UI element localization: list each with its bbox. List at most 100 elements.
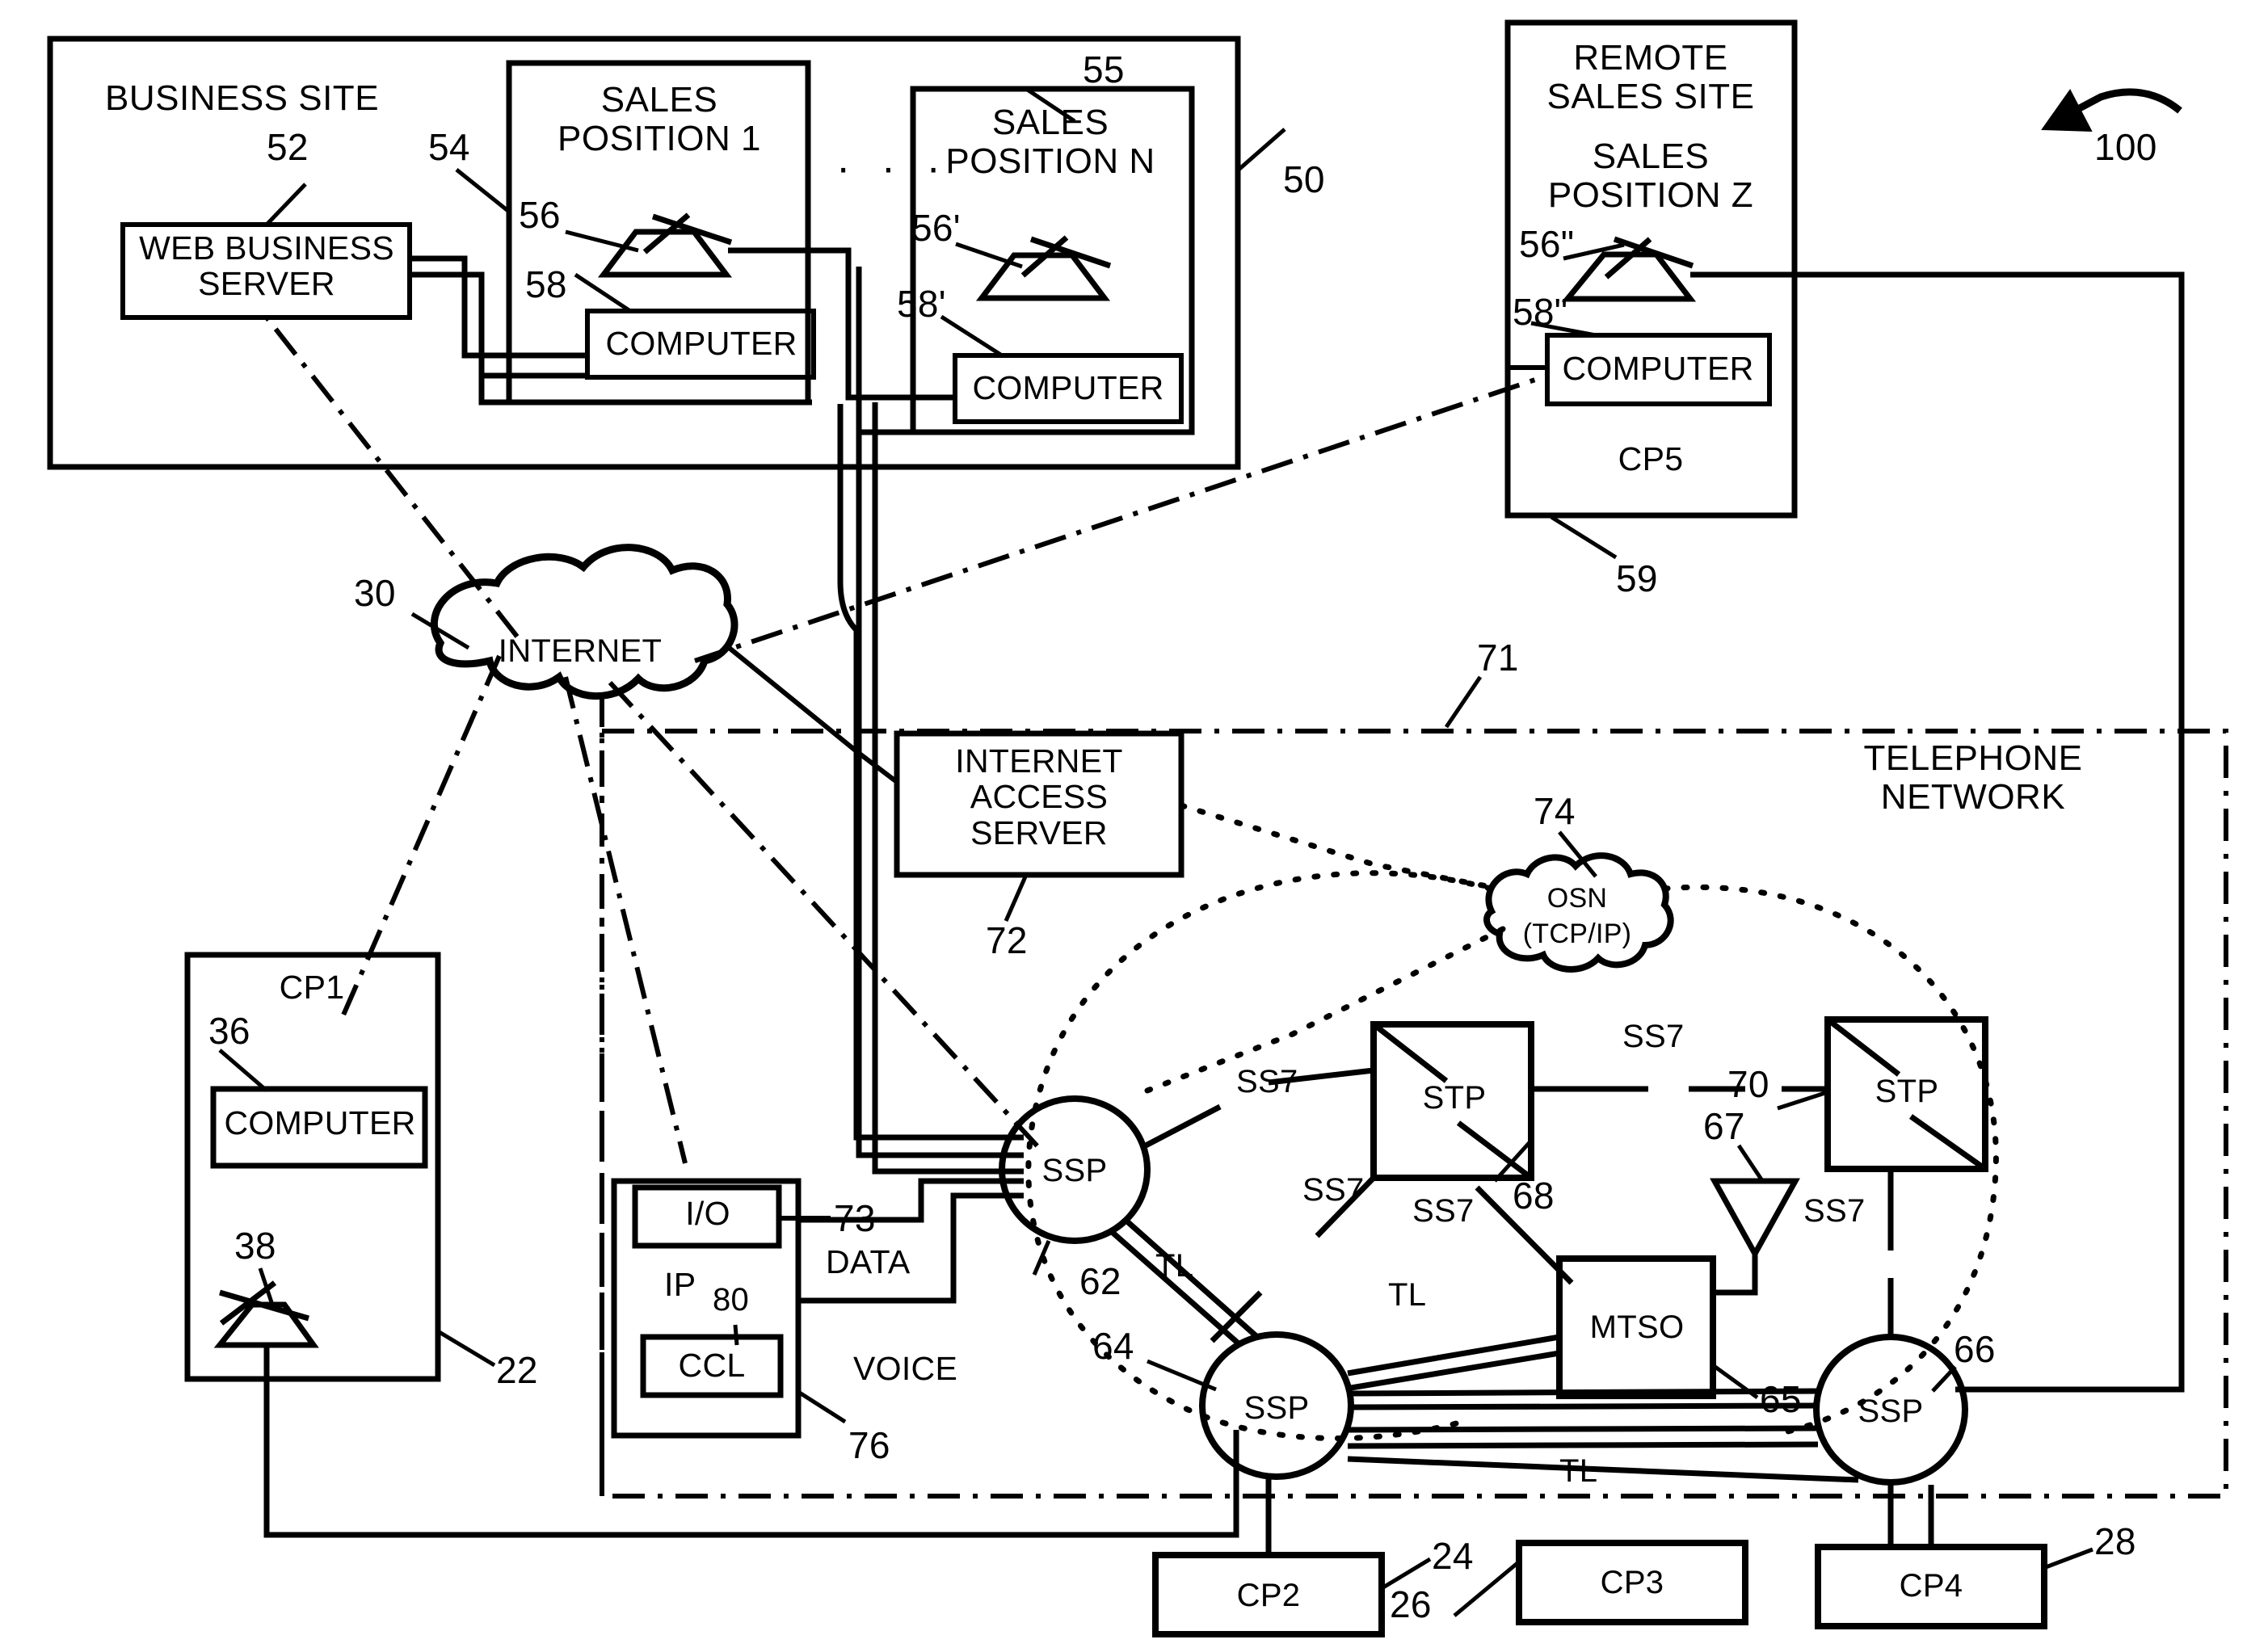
leader-22 xyxy=(436,1329,496,1368)
stp-70-diag-b xyxy=(1908,1114,1988,1171)
computer-58p-label: COMPUTER xyxy=(972,369,1164,406)
dotted-osn-ssp62 xyxy=(1144,926,1506,1094)
leader-54 xyxy=(455,168,511,213)
figure-ref-100: 100 xyxy=(2094,126,2157,168)
cp4-label: CP4 xyxy=(1899,1568,1963,1604)
sales-positions-ellipsis: · · · xyxy=(836,145,950,191)
internet-access-server-label: INTERNET ACCESS SERVER xyxy=(955,742,1123,851)
ref-56pp: 56" xyxy=(1519,223,1575,265)
remote-sales-site-title: REMOTE SALES SITE xyxy=(1546,38,1755,116)
ref-68: 68 xyxy=(1513,1175,1555,1217)
leader-72 xyxy=(1004,873,1029,923)
leader-36 xyxy=(218,1049,268,1092)
ref-67: 67 xyxy=(1703,1105,1745,1147)
stp-68-label: STP xyxy=(1422,1080,1487,1116)
telephone-network-label: TELEPHONE NETWORK xyxy=(1863,738,2083,817)
ref-64: 64 xyxy=(1092,1325,1134,1367)
web-business-server-label: WEB BUSINESS SERVER xyxy=(139,229,394,303)
leader-64 xyxy=(1147,1359,1217,1392)
ref-59: 59 xyxy=(1616,557,1658,599)
ref-72: 72 xyxy=(986,919,1028,961)
ref-54: 54 xyxy=(428,126,470,168)
stp-68-diag-a xyxy=(1371,1022,1449,1083)
wire-internet-to-ias xyxy=(726,644,898,784)
figure-ref-arrow-100 xyxy=(2041,88,2182,132)
leader-52 xyxy=(265,183,307,226)
ref-56p: 56' xyxy=(911,207,961,249)
tl-64-mtso-a xyxy=(1347,1334,1560,1377)
leader-71 xyxy=(1444,675,1483,729)
internet-label: INTERNET xyxy=(498,633,663,669)
ref-58p: 58' xyxy=(897,283,946,325)
sales-position-n-title: SALES POSITION N xyxy=(945,103,1155,181)
ss7-label-1: SS7 xyxy=(1236,1064,1298,1099)
ref-26: 26 xyxy=(1390,1583,1432,1625)
ref-50: 50 xyxy=(1283,158,1325,200)
antenna-icon-67 xyxy=(1710,1178,1800,1296)
leader-50 xyxy=(1237,128,1286,171)
ssp-64-label: SSP xyxy=(1243,1390,1310,1426)
ref-80: 80 xyxy=(713,1282,750,1318)
stp-70-label: STP xyxy=(1875,1074,1939,1109)
leader-67 xyxy=(1736,1144,1764,1181)
cp1-computer-label: COMPUTER xyxy=(224,1104,416,1141)
ref-30: 30 xyxy=(354,572,396,614)
cp2-label: CP2 xyxy=(1236,1578,1301,1613)
ref-28: 28 xyxy=(2094,1520,2136,1562)
leader-59 xyxy=(1550,515,1618,560)
wire-ssp64-cp3 xyxy=(1347,1456,1859,1483)
dashdot-internet-remote xyxy=(694,373,1548,663)
ref-65: 65 xyxy=(1760,1378,1802,1420)
osn-label: OSN xyxy=(1546,883,1608,914)
leader-62 xyxy=(1032,1240,1051,1276)
dashdot-internet-ip xyxy=(563,676,688,1164)
ref-66: 66 xyxy=(1954,1328,1996,1370)
cp5-label: CP5 xyxy=(1618,440,1684,477)
leader-58p xyxy=(940,314,1004,358)
ccl-label: CCL xyxy=(678,1347,746,1384)
tl-label-2: TL xyxy=(1388,1277,1427,1313)
ref-74: 74 xyxy=(1534,790,1576,832)
io-label: I/O xyxy=(685,1195,730,1232)
cp1-label: CP1 xyxy=(279,969,345,1006)
leader-28 xyxy=(2045,1547,2093,1570)
ssp-62-label: SSP xyxy=(1041,1153,1108,1188)
tl-64-mtso-b xyxy=(1350,1350,1560,1391)
computer-58-label: COMPUTER xyxy=(605,325,797,362)
tl-64-66-c xyxy=(1347,1425,1819,1433)
ref-38: 38 xyxy=(234,1225,276,1267)
ref-76: 76 xyxy=(848,1424,890,1466)
terminal-icon-56 xyxy=(597,212,733,278)
patent-figure: BUSINESS SITE 52 54 WEB BUSINESS SERVER … xyxy=(0,0,2268,1652)
tl-label-1: TL xyxy=(1155,1248,1194,1284)
wire-ip-data xyxy=(798,1178,1024,1223)
ref-58: 58 xyxy=(525,263,567,305)
stp-70-diag-a xyxy=(1825,1017,1901,1077)
ref-71: 71 xyxy=(1477,637,1519,679)
ss7-62-68 xyxy=(1144,1103,1222,1149)
ref-73: 73 xyxy=(834,1197,876,1239)
leader-76 xyxy=(797,1389,847,1424)
remote-sales-site-subtitle: SALES POSITION Z xyxy=(1547,137,1754,215)
computer-58pp-label: COMPUTER xyxy=(1562,350,1754,387)
voice-link-label: VOICE xyxy=(853,1350,958,1387)
ss7-label-4: SS7 xyxy=(1412,1193,1475,1229)
leader-80-to-ccl xyxy=(733,1324,739,1346)
ref-36: 36 xyxy=(208,1010,250,1052)
tl-64-66-b xyxy=(1350,1402,1817,1410)
ref-62: 62 xyxy=(1079,1260,1121,1302)
ss7-label-2: SS7 xyxy=(1622,1019,1685,1054)
tl-64-66-d xyxy=(1347,1441,1819,1449)
tl-label-3: TL xyxy=(1559,1453,1598,1489)
wire-remote-right xyxy=(1690,271,2185,1393)
ref-24: 24 xyxy=(1432,1535,1474,1577)
ss7-label-5: SS7 xyxy=(1803,1193,1866,1229)
mtso-label: MTSO xyxy=(1589,1309,1685,1345)
ref-56: 56 xyxy=(519,194,561,236)
osn-protocol-label: (TCP/IP) xyxy=(1522,918,1632,949)
ref-22: 22 xyxy=(496,1349,538,1391)
cp3-label: CP3 xyxy=(1600,1565,1664,1600)
leader-66 xyxy=(1931,1365,1957,1393)
terminal-icon-56pp xyxy=(1561,236,1697,302)
business-site-title: BUSINESS SITE xyxy=(105,78,380,118)
